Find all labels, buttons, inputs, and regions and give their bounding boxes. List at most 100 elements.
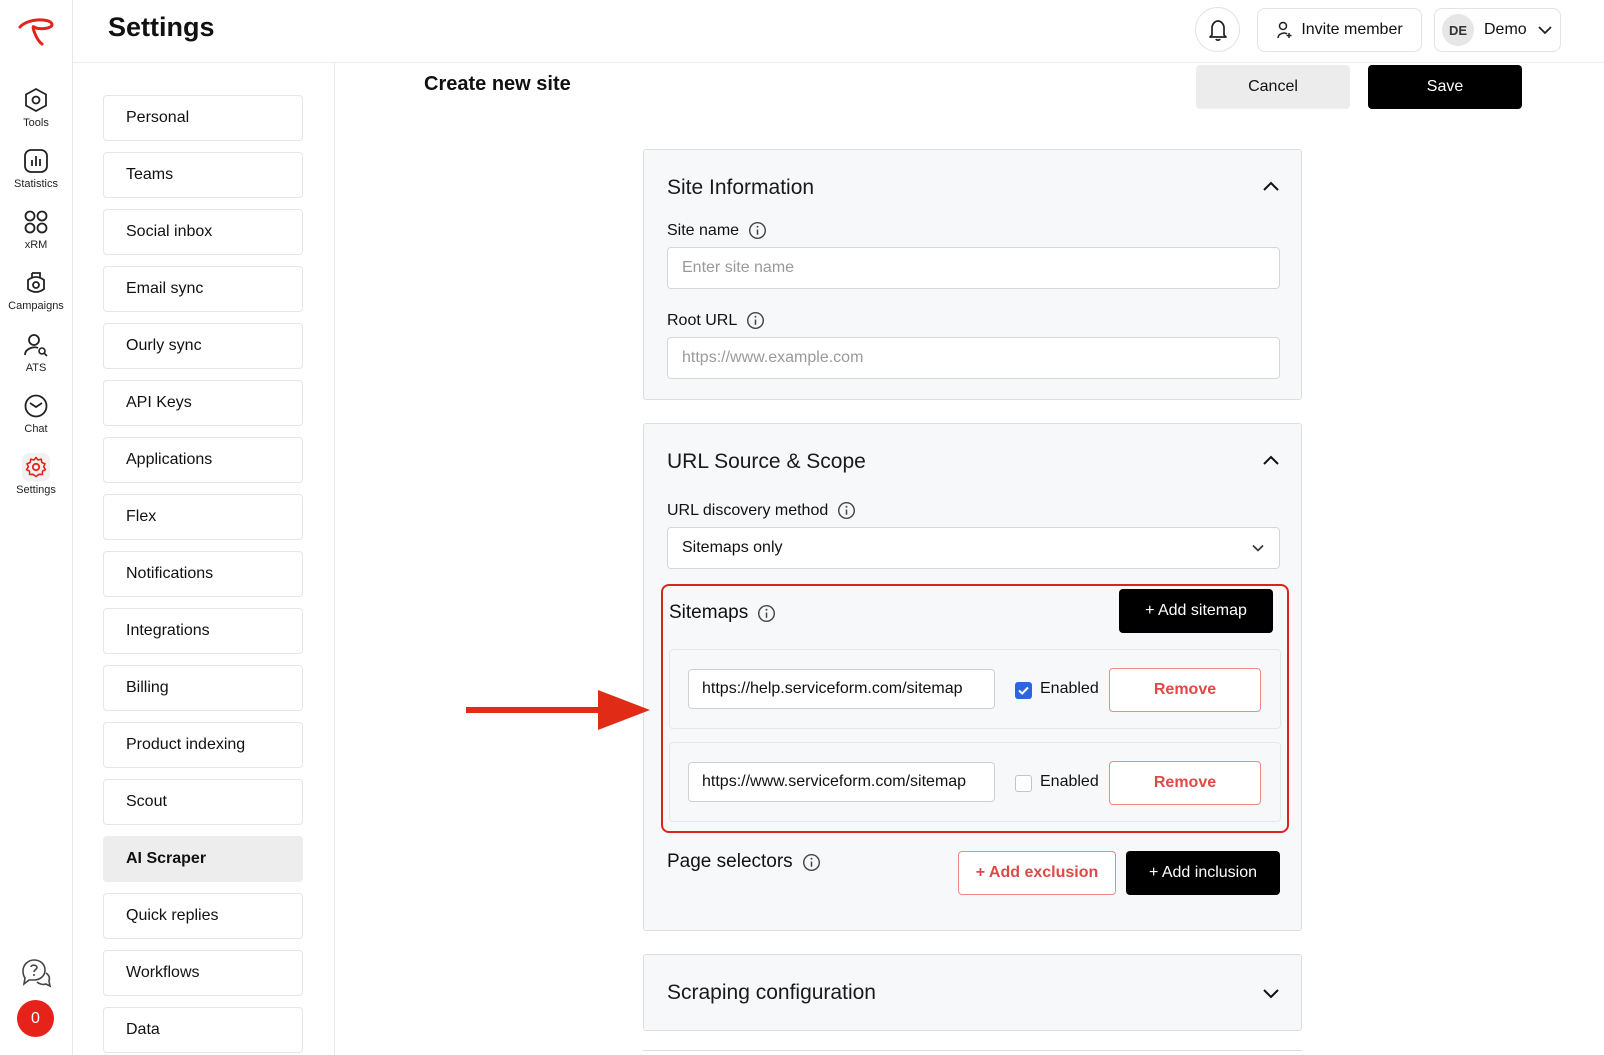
- bar-chart-icon: [24, 149, 48, 173]
- site-name-input[interactable]: [667, 247, 1280, 289]
- checkmark-icon: [1018, 686, 1029, 695]
- nav-item-scout[interactable]: Scout: [103, 779, 303, 825]
- rail-item-campaigns[interactable]: Campaigns: [0, 269, 72, 327]
- nav-item-billing[interactable]: Billing: [103, 665, 303, 711]
- rail-item-ats[interactable]: ATS: [0, 331, 72, 389]
- sitemap-row: Enabled Remove: [669, 649, 1281, 729]
- create-site-title: Create new site: [424, 73, 571, 95]
- invite-member-button[interactable]: Invite member: [1257, 8, 1422, 52]
- remove-sitemap-button[interactable]: Remove: [1109, 761, 1261, 805]
- nav-item-ai-scraper[interactable]: AI Scraper: [103, 836, 303, 882]
- url-discovery-label-text: URL discovery method: [667, 501, 829, 519]
- chevron-down-icon[interactable]: [1261, 983, 1281, 1003]
- info-icon[interactable]: [748, 221, 767, 240]
- nav-item-social-inbox[interactable]: Social inbox: [103, 209, 303, 255]
- rail-item-label: ATS: [25, 362, 47, 374]
- enabled-label: Enabled: [1040, 773, 1099, 790]
- chevron-up-icon[interactable]: [1261, 450, 1281, 470]
- add-inclusion-button[interactable]: + Add inclusion: [1126, 851, 1280, 895]
- rail-item-chat[interactable]: Chat: [0, 392, 72, 450]
- notifications-button[interactable]: [1195, 7, 1240, 52]
- add-exclusion-button[interactable]: + Add exclusion: [958, 851, 1116, 895]
- sitemaps-label-text: Sitemaps: [669, 602, 749, 623]
- cancel-button[interactable]: Cancel: [1196, 65, 1350, 109]
- chevron-down-icon: [1252, 544, 1264, 552]
- chevron-up-icon[interactable]: [1261, 176, 1281, 196]
- url-source-card: URL Source & Scope URL discovery method …: [643, 423, 1302, 931]
- rail-item-statistics[interactable]: Statistics: [0, 147, 72, 205]
- campaign-icon: [27, 272, 45, 293]
- top-bar: Settings Invite member DE Demo: [73, 0, 1604, 63]
- rail-item-label: xRM: [24, 239, 48, 251]
- rail-item-label: Chat: [24, 423, 48, 435]
- root-url-label: Root URL: [667, 311, 765, 330]
- info-icon[interactable]: [802, 853, 821, 872]
- settings-nav: Personal Teams Social inbox Email sync O…: [73, 63, 335, 1055]
- site-name-label-text: Site name: [667, 221, 740, 239]
- site-name-label: Site name: [667, 221, 767, 240]
- nav-item-ourly-sync[interactable]: Ourly sync: [103, 323, 303, 369]
- root-url-input[interactable]: [667, 337, 1280, 379]
- rail-item-label: Tools: [23, 117, 49, 129]
- nav-item-api-keys[interactable]: API Keys: [103, 380, 303, 426]
- scraping-config-title: Scraping configuration: [667, 981, 876, 1004]
- remove-sitemap-button[interactable]: Remove: [1109, 668, 1261, 712]
- page-selectors-label-text: Page selectors: [667, 851, 793, 872]
- nav-item-quick-replies[interactable]: Quick replies: [103, 893, 303, 939]
- site-information-title: Site Information: [667, 176, 815, 199]
- rail-item-xrm[interactable]: xRM: [0, 208, 72, 266]
- user-search-icon: [24, 334, 48, 357]
- notification-count-badge[interactable]: 0: [17, 1000, 54, 1037]
- invite-member-label: Invite member: [1301, 21, 1403, 38]
- nav-item-product-indexing[interactable]: Product indexing: [103, 722, 303, 768]
- icon-rail: Tools Statistics xRM Campaigns ATS Chat …: [0, 0, 73, 1055]
- chat-icon: [24, 394, 48, 418]
- user-plus-icon: [1277, 21, 1292, 39]
- add-sitemap-button[interactable]: + Add sitemap: [1119, 589, 1273, 633]
- chevron-down-icon: [1538, 26, 1552, 35]
- rail-item-label: Statistics: [13, 178, 58, 190]
- avatar: DE: [1442, 14, 1474, 46]
- scraping-config-card[interactable]: Scraping configuration: [643, 954, 1302, 1031]
- rail-item-settings[interactable]: Settings: [0, 453, 72, 511]
- rail-item-tools[interactable]: Tools: [0, 86, 72, 144]
- nav-item-notifications[interactable]: Notifications: [103, 551, 303, 597]
- nav-item-applications[interactable]: Applications: [103, 437, 303, 483]
- url-discovery-select[interactable]: Sitemaps only: [667, 527, 1280, 569]
- brand-logo-icon[interactable]: [16, 14, 56, 48]
- rail-item-label: Settings: [16, 484, 56, 496]
- user-name: Demo: [1484, 21, 1527, 38]
- sitemap-row: Enabled Remove: [669, 742, 1281, 822]
- grid-icon: [24, 210, 48, 234]
- enabled-checkbox[interactable]: [1015, 682, 1032, 699]
- nav-item-email-sync[interactable]: Email sync: [103, 266, 303, 312]
- info-icon[interactable]: [757, 604, 776, 623]
- sitemaps-highlight-box: Sitemaps + Add sitemap Enabled Remove En…: [661, 584, 1289, 833]
- sitemap-url-input[interactable]: [688, 762, 995, 802]
- enabled-checkbox[interactable]: [1015, 775, 1032, 792]
- info-icon[interactable]: [746, 311, 765, 330]
- sitemap-url-input[interactable]: [688, 669, 995, 709]
- site-information-card: Site Information Site name Root URL: [643, 149, 1302, 400]
- info-icon[interactable]: [837, 501, 856, 520]
- next-card-edge: [643, 1050, 1302, 1055]
- user-menu-button[interactable]: DE Demo: [1434, 8, 1561, 52]
- rail-item-label: Campaigns: [8, 300, 64, 312]
- nav-item-workflows[interactable]: Workflows: [103, 950, 303, 996]
- nav-item-teams[interactable]: Teams: [103, 152, 303, 198]
- nav-item-personal[interactable]: Personal: [103, 95, 303, 141]
- url-discovery-value: Sitemaps only: [682, 539, 783, 556]
- sitemaps-label: Sitemaps: [669, 602, 776, 624]
- enabled-label: Enabled: [1040, 680, 1099, 697]
- nav-item-flex[interactable]: Flex: [103, 494, 303, 540]
- annotation-arrow-icon: [466, 690, 650, 730]
- bell-icon: [1208, 19, 1227, 41]
- page-selectors-label: Page selectors: [667, 851, 821, 873]
- help-chat-icon[interactable]: [20, 957, 52, 989]
- nav-item-integrations[interactable]: Integrations: [103, 608, 303, 654]
- save-button[interactable]: Save: [1368, 65, 1522, 109]
- url-discovery-label: URL discovery method: [667, 501, 856, 520]
- nav-item-data[interactable]: Data: [103, 1007, 303, 1053]
- url-source-title: URL Source & Scope: [667, 450, 866, 473]
- hexagon-icon: [25, 87, 47, 113]
